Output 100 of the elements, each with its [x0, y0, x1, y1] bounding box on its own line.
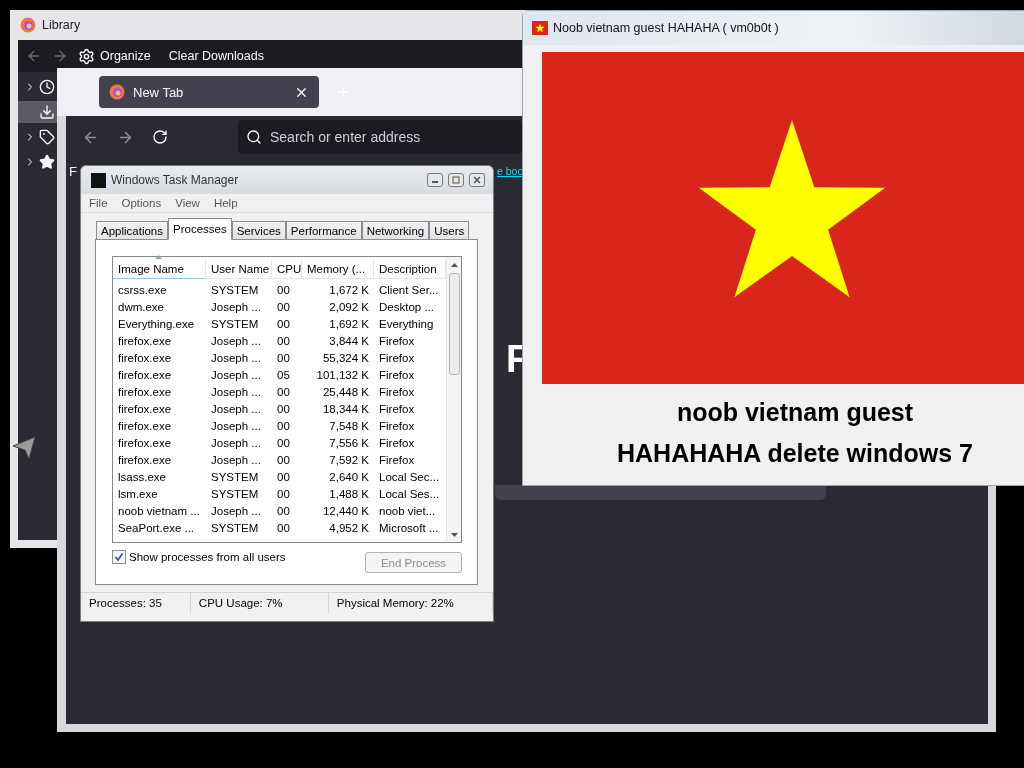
tab[interactable]: Networking — [361, 221, 430, 239]
tag-icon — [39, 129, 55, 145]
table-cell-text: 12,440 K — [321, 504, 370, 517]
table-cell-text: Everything.exe — [117, 317, 196, 330]
table-cell-text: 00 — [276, 436, 291, 449]
maximize-button[interactable] — [448, 173, 464, 187]
table-cell-text: noob vietnam ... — [117, 504, 201, 517]
table-cell-text: Desktop ... — [378, 300, 435, 313]
table-cell-text: 05 — [276, 368, 291, 381]
table-cell-text: 00 — [276, 351, 291, 364]
status-text: Physical Memory: 22% — [328, 593, 493, 613]
page-text: F — [69, 164, 77, 179]
table-cell-text: noob viet... — [378, 504, 437, 517]
table-cell-text: 101,132 K — [315, 368, 370, 381]
menu-item[interactable]: File — [89, 197, 108, 209]
browser-logo-icon — [109, 84, 125, 100]
download-icon — [39, 104, 55, 120]
table-cell-text: 3,844 K — [328, 334, 370, 347]
table-cell-text: 25,448 K — [321, 385, 370, 398]
table-cell-text: Firefox — [378, 436, 416, 449]
clock-icon — [39, 79, 55, 95]
table-cell-text: 00 — [276, 317, 291, 330]
status-text: Processes: 35 — [81, 593, 191, 613]
table-cell-text: firefox.exe — [117, 385, 173, 398]
reload-icon[interactable] — [152, 129, 168, 145]
table-cell-text: lsass.exe — [117, 470, 167, 483]
table-cell-text: Joseph ... — [210, 385, 262, 398]
table-cell-text: firefox.exe — [117, 368, 173, 381]
column-header[interactable]: Memory (... — [302, 260, 374, 279]
scroll-down-icon[interactable] — [450, 533, 458, 537]
table-cell-text: 55,324 K — [321, 351, 370, 364]
message-text: HAHAHAHA delete windows 7 — [616, 439, 974, 468]
table-cell-text: Everything — [378, 317, 435, 330]
address-field[interactable]: Search or enter address — [238, 120, 522, 154]
table-cell-text: 2,092 K — [328, 300, 370, 313]
table-cell-text: Firefox — [378, 368, 416, 381]
table-cell-text: Firefox — [378, 453, 416, 466]
window-title: Library — [42, 18, 81, 32]
table-cell-text: 00 — [276, 487, 291, 500]
forward-icon[interactable] — [52, 48, 68, 64]
table-cell-text: firefox.exe — [117, 453, 173, 466]
close-button[interactable] — [469, 173, 485, 187]
table-cell-text: Joseph ... — [210, 368, 262, 381]
star-icon — [39, 154, 55, 170]
table-cell-text: Joseph ... — [210, 300, 262, 313]
tab[interactable]: Users — [429, 221, 470, 239]
table-cell-text: SYSTEM — [210, 521, 260, 534]
show-all-users-checkbox[interactable]: Show processes from all users — [112, 550, 286, 564]
tab[interactable]: Processes — [168, 218, 232, 240]
table-cell-text: Local Ses... — [378, 487, 441, 500]
back-icon[interactable] — [26, 48, 42, 64]
table-cell-text: csrss.exe — [117, 283, 168, 296]
table-cell-text: Firefox — [378, 385, 416, 398]
table-cell-text: firefox.exe — [117, 402, 173, 415]
table-cell-text: Client Ser... — [378, 283, 440, 296]
table-cell-text: SYSTEM — [210, 487, 260, 500]
table-cell-text: 2,640 K — [328, 470, 370, 483]
table-cell-text: 4,952 K — [328, 521, 370, 534]
menu-item[interactable]: Options — [121, 197, 162, 209]
table-cell-text: 00 — [276, 521, 291, 534]
table-cell-text: Joseph ... — [210, 334, 262, 347]
flag-icon — [532, 21, 548, 35]
scrollbar[interactable] — [446, 257, 461, 542]
table-cell-text: 00 — [276, 385, 291, 398]
column-header[interactable]: CPU — [272, 260, 302, 279]
minimize-button[interactable] — [427, 173, 443, 187]
table-cell-text: firefox.exe — [117, 419, 173, 432]
table-cell-text: Firefox — [378, 402, 416, 415]
browser-tab[interactable]: New Tab — [99, 76, 319, 108]
window-title: Noob vietnam guest HAHAHA ( vm0b0t ) — [553, 21, 779, 35]
scroll-up-icon[interactable] — [450, 263, 458, 267]
table-cell-text: 7,592 K — [328, 453, 370, 466]
column-header[interactable]: Image Name — [113, 260, 206, 279]
tab[interactable]: Applications — [96, 221, 168, 239]
table-cell-text: firefox.exe — [117, 334, 173, 347]
column-header[interactable]: User Name — [206, 260, 272, 279]
tab[interactable]: Services — [231, 221, 286, 239]
table-cell-text: SYSTEM — [210, 470, 260, 483]
table-cell-text: 18,344 K — [321, 402, 370, 415]
table-cell-text: lsm.exe — [117, 487, 159, 500]
organize-menu[interactable]: Organize — [78, 47, 151, 65]
table-cell-text: Joseph ... — [210, 351, 262, 364]
table-cell-text: firefox.exe — [117, 436, 173, 449]
table-cell-text: 1,672 K — [328, 283, 370, 296]
table-cell-text: SeaPort.exe ... — [117, 521, 196, 534]
table-cell-text: 1,692 K — [328, 317, 370, 330]
table-cell-text: 00 — [276, 283, 291, 296]
table-cell-text: Firefox — [378, 351, 416, 364]
app-icon — [91, 172, 106, 188]
menu-item[interactable]: Help — [213, 197, 238, 209]
close-icon — [473, 176, 481, 184]
tab[interactable]: Performance — [285, 221, 362, 239]
menu-item[interactable]: View — [175, 197, 200, 209]
clear-downloads-button[interactable]: Clear Downloads — [168, 49, 264, 63]
table-cell-text: Microsoft ... — [378, 521, 440, 534]
table-cell-text: 00 — [276, 334, 291, 347]
table-cell-text: SYSTEM — [210, 283, 260, 296]
checkmark-icon — [114, 552, 124, 562]
table-cell-text: Firefox — [378, 419, 416, 432]
browser-logo-icon — [20, 17, 36, 33]
